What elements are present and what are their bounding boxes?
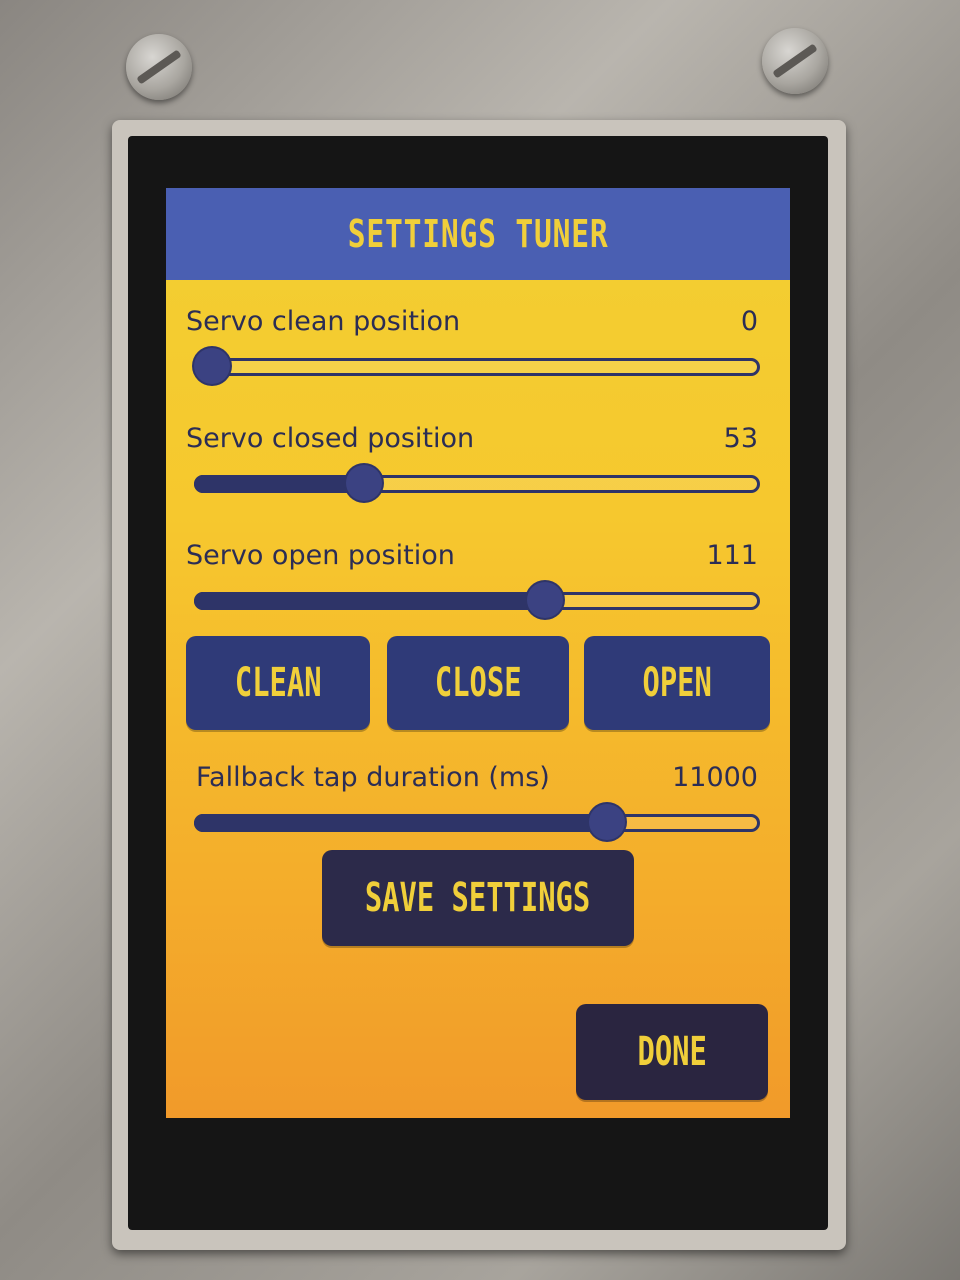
slider-track: [194, 358, 760, 376]
setting-value: 0: [740, 306, 758, 337]
servo-closed-slider[interactable]: [194, 465, 760, 501]
setting-servo-open: Servo open position 111: [186, 540, 760, 620]
setting-label: Servo clean position: [186, 306, 461, 337]
touch-screen: SETTINGS TUNER Servo clean position 0 Se…: [166, 188, 790, 1118]
clean-button-label: CLEAN: [234, 660, 322, 706]
clean-button[interactable]: CLEAN: [186, 636, 370, 730]
fallback-tap-duration-slider[interactable]: [194, 804, 760, 840]
mounting-screw-icon: [126, 34, 192, 100]
slider-fill: [194, 592, 545, 610]
setting-servo-closed: Servo closed position 53: [186, 423, 760, 503]
setting-label: Fallback tap duration (ms): [196, 762, 550, 793]
slider-fill: [194, 475, 364, 493]
done-button-label: DONE: [637, 1029, 707, 1075]
open-button[interactable]: OPEN: [584, 636, 770, 730]
setting-fallback-tap-duration: Fallback tap duration (ms) 11000: [186, 762, 760, 842]
mounting-screw-icon: [762, 28, 828, 94]
close-button-label: CLOSE: [434, 660, 522, 706]
save-settings-label: SAVE SETTINGS: [365, 875, 591, 921]
setting-value: 53: [723, 423, 758, 454]
slider-knob[interactable]: [194, 348, 230, 384]
close-button[interactable]: CLOSE: [387, 636, 569, 730]
title-bar: SETTINGS TUNER: [166, 188, 790, 280]
setting-label: Servo open position: [186, 540, 455, 571]
slider-fill: [194, 814, 608, 832]
servo-clean-slider[interactable]: [194, 348, 760, 384]
open-button-label: OPEN: [642, 660, 712, 706]
setting-value: 11000: [672, 762, 758, 793]
setting-servo-clean: Servo clean position 0: [186, 306, 760, 386]
slider-knob[interactable]: [526, 582, 563, 618]
setting-label: Servo closed position: [186, 423, 475, 454]
save-settings-button[interactable]: SAVE SETTINGS: [322, 850, 634, 946]
done-button[interactable]: DONE: [576, 1004, 768, 1100]
slider-knob[interactable]: [345, 465, 382, 501]
page-title: SETTINGS TUNER: [347, 212, 609, 256]
setting-value: 111: [706, 540, 758, 571]
slider-knob[interactable]: [589, 804, 626, 840]
servo-open-slider[interactable]: [194, 582, 760, 618]
